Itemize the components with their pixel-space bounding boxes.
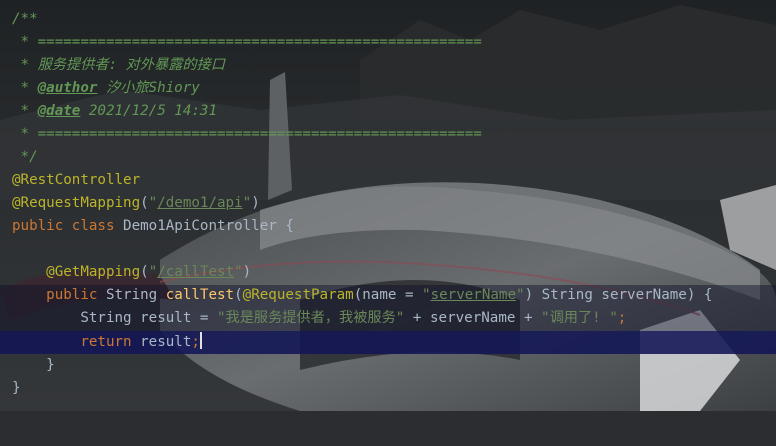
- code-line-8: @RestController: [0, 169, 776, 192]
- paren: (: [140, 195, 149, 211]
- doc-comment-end: */: [12, 149, 38, 165]
- request-param-annotation: @RequestParam: [242, 287, 354, 303]
- code-editor[interactable]: /** * ==================================…: [0, 0, 776, 411]
- public-keyword: public: [46, 287, 106, 303]
- class-keywords: public class: [12, 218, 124, 234]
- code-line-13: public String callTest(@RequestParam(nam…: [0, 284, 776, 307]
- request-mapping-annotation: @RequestMapping: [12, 195, 141, 211]
- param-declaration: ) String serverName) {: [524, 287, 713, 303]
- code-line-2: * ======================================…: [0, 31, 776, 54]
- paren: (: [140, 264, 149, 280]
- request-mapping-path[interactable]: /demo1/api: [157, 195, 242, 211]
- doc-comment-description: * 服务提供者: 对外暴露的接口: [12, 57, 225, 73]
- doc-comment-divider: * ======================================…: [12, 34, 482, 50]
- method-close-brace: }: [12, 357, 55, 373]
- result-declaration: String result =: [80, 310, 218, 326]
- class-close-brace: }: [12, 380, 21, 396]
- concat-expression: + serverName +: [404, 310, 542, 326]
- return-keyword: return: [80, 334, 141, 350]
- code-line-15: return result;: [0, 331, 776, 354]
- code-line-17: }: [0, 377, 776, 400]
- get-mapping-annotation: @GetMapping: [46, 264, 141, 280]
- doc-date-tag: @date: [37, 103, 81, 119]
- doc-comment-divider: * ======================================…: [12, 126, 482, 142]
- code-line-4: * @author 汐小旅Shiory: [0, 77, 776, 100]
- paren: ): [242, 264, 252, 280]
- param-name-value[interactable]: serverName: [431, 287, 516, 303]
- code-line-7: */: [0, 146, 776, 169]
- doc-prefix: *: [12, 103, 38, 119]
- paren: ): [251, 195, 260, 211]
- get-mapping-path[interactable]: /callTest: [157, 264, 234, 280]
- return-type: String: [105, 287, 166, 303]
- quote: ": [516, 287, 525, 303]
- doc-author-tag: @author: [37, 80, 98, 96]
- text-caret: [199, 332, 202, 349]
- code-line-16: }: [0, 354, 776, 377]
- semicolon: ;: [617, 310, 627, 326]
- code-line-3: * 服务提供者: 对外暴露的接口: [0, 54, 776, 77]
- rest-controller-annotation: @RestController: [12, 172, 141, 188]
- return-value: result: [140, 334, 192, 350]
- doc-date-value: 2021/12/5 14:31: [80, 103, 218, 119]
- doc-prefix: *: [12, 80, 38, 96]
- code-line-10: public class Demo1ApiController {: [0, 215, 776, 238]
- code-line-5: * @date 2021/12/5 14:31: [0, 100, 776, 123]
- paren: (: [234, 287, 243, 303]
- code-line-1: /**: [0, 8, 776, 31]
- quote: ": [148, 195, 158, 211]
- quote: ": [148, 264, 158, 280]
- code-line-6: * ======================================…: [0, 123, 776, 146]
- string-literal-2: "调用了! ": [541, 310, 618, 326]
- quote: ": [242, 195, 252, 211]
- method-name: callTest: [165, 287, 235, 303]
- quote: ": [422, 287, 431, 303]
- code-line-9: @RequestMapping("/demo1/api"): [0, 192, 776, 215]
- string-literal-1: "我是服务提供者，我被服务": [217, 310, 405, 326]
- code-line-12: @GetMapping("/callTest"): [0, 261, 776, 284]
- class-name: Demo1ApiController {: [123, 218, 294, 234]
- doc-author-value: 汐小旅Shiory: [97, 80, 200, 96]
- quote: ": [234, 264, 243, 280]
- semicolon: ;: [191, 334, 200, 350]
- equals: =: [396, 287, 423, 303]
- paren: (: [353, 287, 363, 303]
- named-arg: name: [362, 287, 397, 303]
- doc-comment-start: /**: [12, 11, 38, 27]
- code-line-14: String result = "我是服务提供者，我被服务" + serverN…: [0, 307, 776, 330]
